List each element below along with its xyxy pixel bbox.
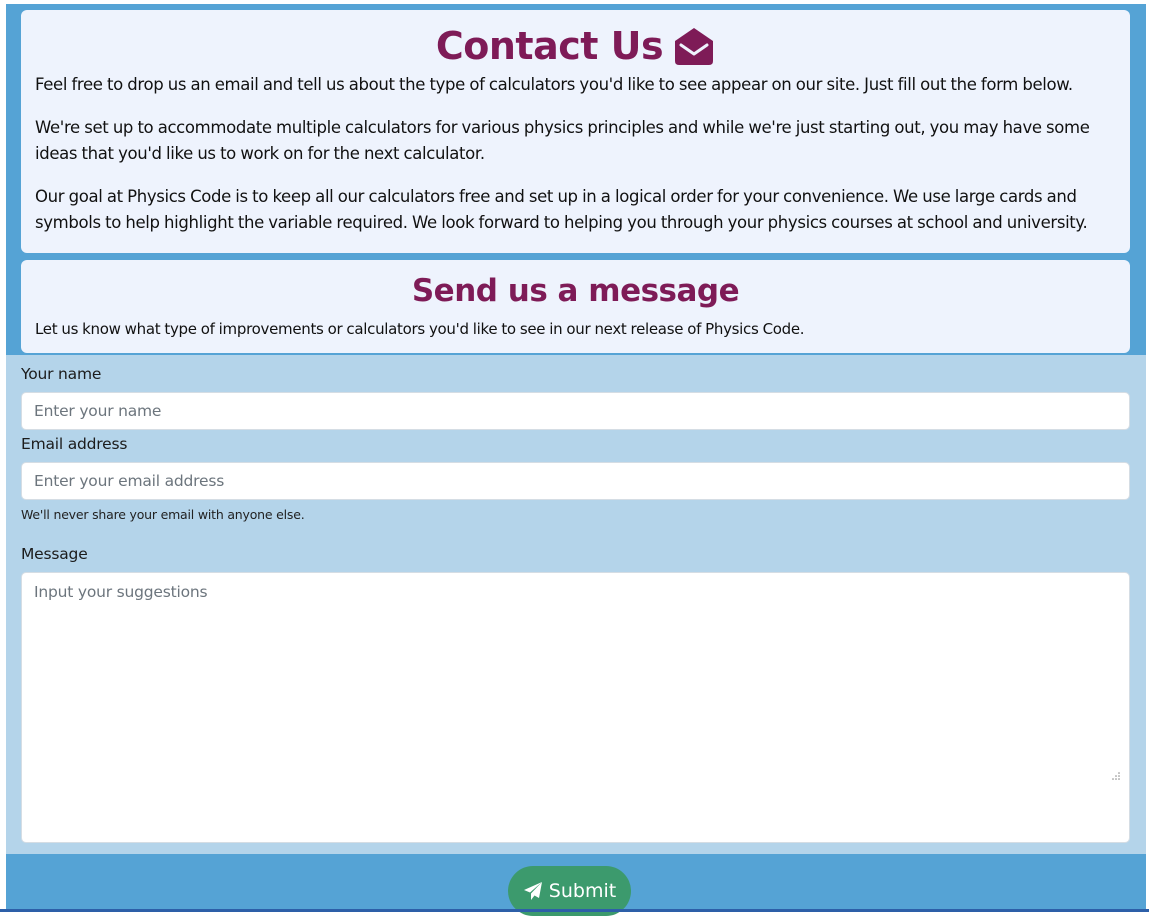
contact-card: Contact Us Feel free to drop us an email…	[21, 10, 1130, 253]
name-input[interactable]	[21, 392, 1130, 430]
page-title: Contact Us	[435, 24, 664, 68]
message-textarea[interactable]	[21, 572, 1130, 843]
contact-form: Your name Email address We'll never shar…	[6, 355, 1146, 854]
email-label: Email address	[21, 435, 128, 453]
contact-paragraph-3: Our goal at Physics Code is to keep all …	[35, 186, 1088, 233]
textarea-resize-handle[interactable]	[1111, 771, 1120, 780]
contact-paragraph-1: Feel free to drop us an email and tell u…	[35, 75, 1073, 94]
email-help-text: We'll never share your email with anyone…	[21, 507, 305, 522]
send-message-title: Send us a message	[411, 273, 740, 309]
contact-paragraph-2: We're set up to accommodate multiple cal…	[35, 117, 1090, 164]
send-message-intro: Let us know what type of improvements or…	[35, 320, 805, 338]
envelope-open-icon	[675, 28, 714, 65]
send-message-card: Send us a message Let us know what type …	[21, 260, 1130, 353]
paper-plane-icon	[523, 882, 542, 900]
contact-heading-row: Contact Us	[35, 24, 1116, 68]
name-label: Your name	[21, 365, 102, 383]
submit-label: Submit	[548, 880, 617, 902]
message-label: Message	[21, 545, 88, 563]
email-input[interactable]	[21, 462, 1130, 500]
